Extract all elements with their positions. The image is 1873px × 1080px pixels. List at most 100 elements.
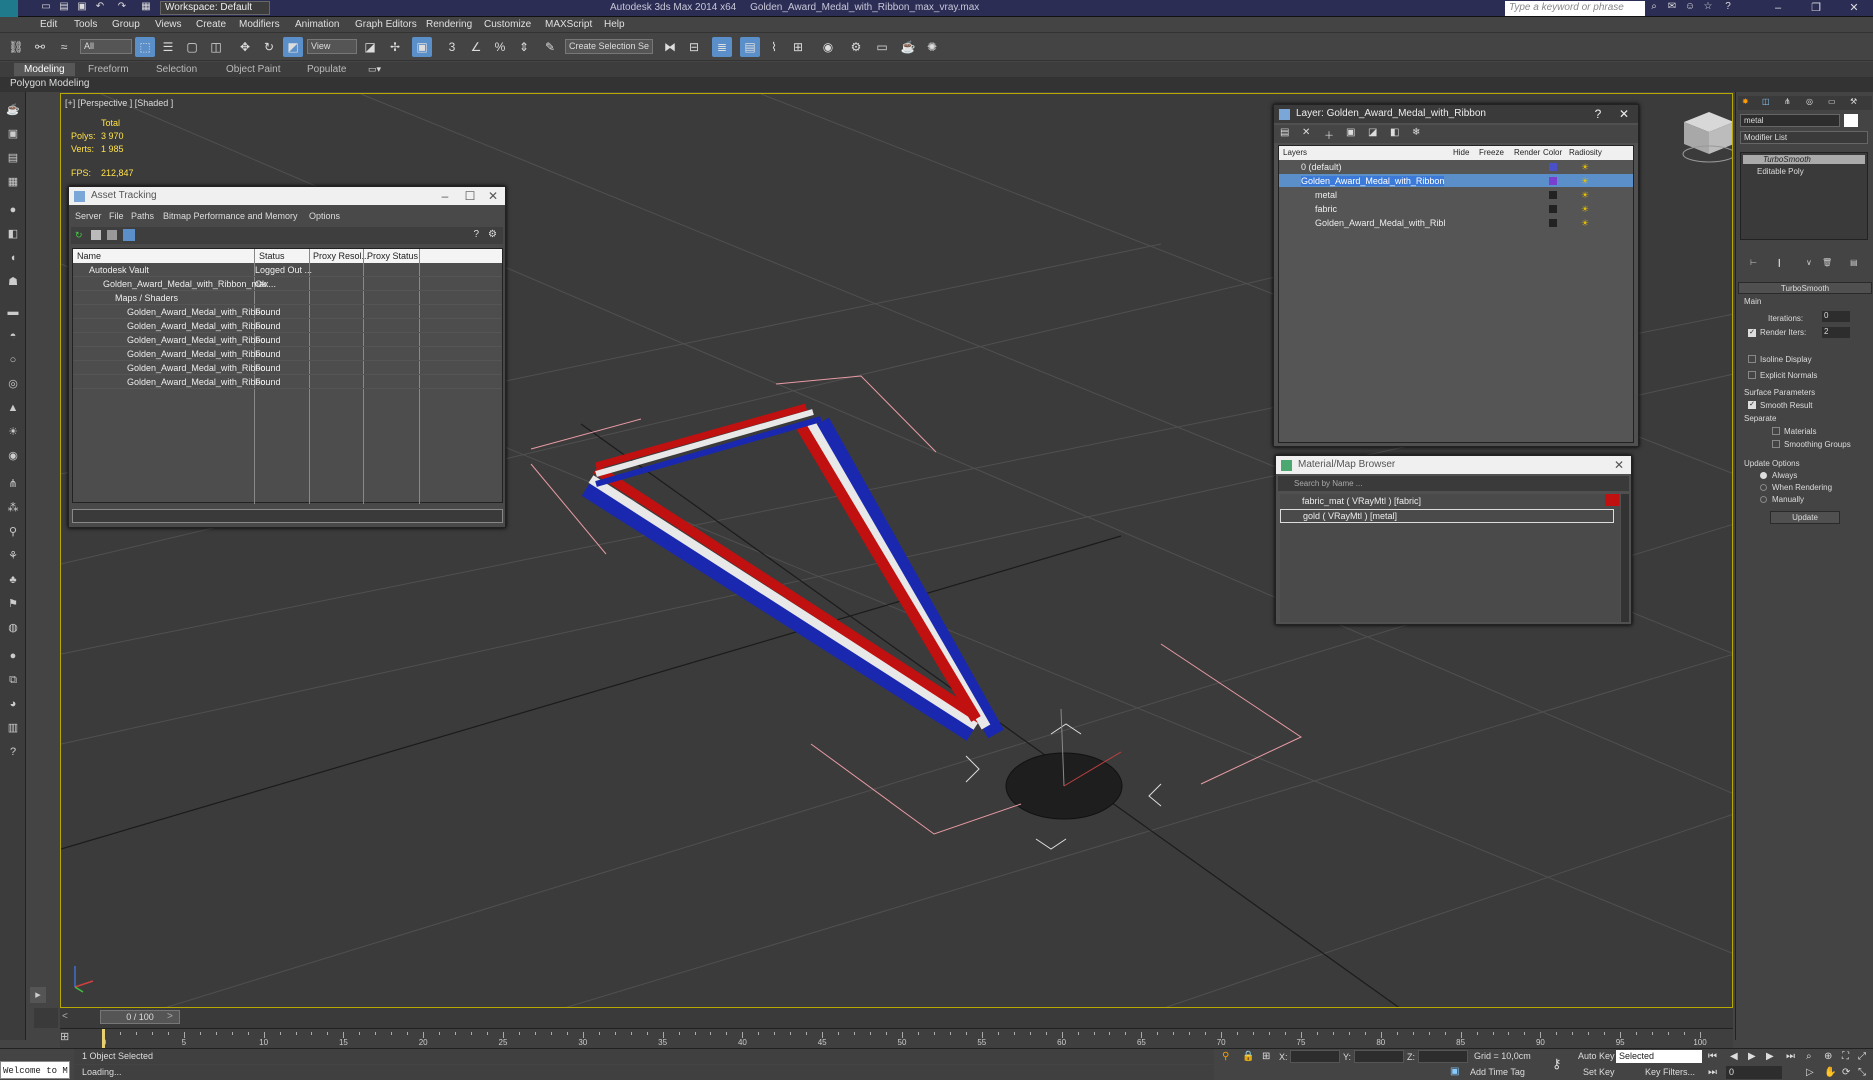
stack-item-turbosmooth[interactable]: TurboSmooth — [1743, 155, 1865, 164]
col-color[interactable]: Color — [1543, 146, 1562, 160]
menu-help[interactable]: Help — [604, 19, 625, 30]
layer-color-swatch[interactable] — [1549, 177, 1557, 185]
explicit-normals-checkbox[interactable] — [1748, 371, 1756, 379]
min-max-toggle-icon[interactable]: ⤡ — [1858, 1067, 1866, 1078]
isoline-checkbox[interactable] — [1748, 355, 1756, 363]
box-icon[interactable]: ▬ — [5, 304, 21, 320]
utilities-tab-icon[interactable]: ⚒ — [1850, 97, 1857, 106]
menu-views[interactable]: Views — [155, 19, 182, 30]
hide-all-icon[interactable]: ◧ — [1390, 127, 1399, 138]
z-coordinate-field[interactable] — [1418, 1050, 1468, 1063]
tab-selection[interactable]: Selection — [146, 63, 207, 76]
favorites-icon[interactable]: ☆ — [1702, 1, 1714, 13]
absolute-mode-icon[interactable]: ⊞ — [1262, 1051, 1270, 1062]
go-to-start-icon[interactable]: ⏮ — [1708, 1051, 1717, 1062]
menu-animation[interactable]: Animation — [295, 19, 339, 30]
trackbar-toggle[interactable] — [34, 1008, 58, 1028]
refresh-icon[interactable]: ↻ — [75, 230, 85, 240]
ribbon-options-icon[interactable]: ▭▾ — [368, 64, 384, 75]
object-name-field[interactable]: metal — [1740, 114, 1840, 127]
expand-arrow-icon[interactable]: ▸ — [30, 987, 46, 1003]
rotate-icon[interactable]: ↻ — [259, 37, 279, 57]
selection-filter-dropdown[interactable]: All — [80, 39, 132, 54]
remove-modifier-icon[interactable]: 🗑 — [1822, 258, 1832, 267]
layer-help-button[interactable]: ? — [1588, 105, 1608, 123]
light-icon[interactable]: ☀ — [5, 424, 21, 440]
radiosity-lamp-icon[interactable]: ☀ — [1581, 174, 1589, 187]
table-row[interactable]: Golden_Award_Medal_with_Ribbo...Found — [73, 375, 502, 389]
curve-editor-icon[interactable]: ⌇ — [764, 37, 784, 57]
layer-close-button[interactable]: ✕ — [1614, 105, 1634, 123]
freeze-all-icon[interactable]: ❄ — [1412, 127, 1420, 138]
workspace-dropdown[interactable]: Workspace: Default — [160, 1, 270, 15]
select-by-name-icon[interactable]: ☰ — [158, 37, 178, 57]
unlink-icon[interactable]: ⚯ — [30, 37, 50, 57]
camera-icon[interactable]: ◧ — [5, 226, 21, 242]
asset-menu-paths[interactable]: Paths — [131, 211, 154, 221]
table-row[interactable]: Golden_Award_Medal_with_Ribbon_max...Ok — [73, 277, 502, 291]
scale-icon[interactable]: ◩ — [283, 37, 303, 57]
radiosity-lamp-icon[interactable]: ☀ — [1581, 188, 1589, 201]
sphere-icon[interactable]: ● — [5, 202, 21, 218]
always-radio[interactable] — [1760, 472, 1767, 479]
table-icon[interactable]: ▦ — [5, 174, 21, 190]
window-crossing-icon[interactable]: ◫ — [206, 37, 226, 57]
stack-item-editable-poly[interactable]: Editable Poly — [1743, 167, 1804, 176]
table-row[interactable]: Golden_Award_Medal_with_Ribbo...Found — [73, 305, 502, 319]
select-object-icon[interactable]: ⬚ — [135, 37, 155, 57]
menu-graph-editors[interactable]: Graph Editors — [355, 19, 417, 30]
configure-sets-icon[interactable]: ▤ — [1850, 258, 1858, 267]
new-layer-icon[interactable]: ▤ — [1280, 127, 1289, 138]
col-name[interactable]: Name — [77, 249, 101, 263]
render-iters-checkbox[interactable]: ✓ — [1748, 329, 1756, 337]
percent-snap-icon[interactable]: % — [490, 37, 510, 57]
previous-frame-icon[interactable]: ◀ — [1730, 1051, 1738, 1062]
zoom-icon[interactable]: ⌕ — [1806, 1051, 1812, 1062]
col-proxy-status[interactable]: Proxy Status — [367, 249, 418, 263]
track-bar[interactable]: 0510152025303540455055606570758085909510… — [60, 1028, 1733, 1049]
smooth-result-checkbox[interactable]: ✓ — [1748, 401, 1756, 409]
col-hide[interactable]: Hide — [1453, 146, 1469, 160]
table-row[interactable]: Golden_Award_Medal_with_Ribbo...Found — [73, 333, 502, 347]
table-row[interactable]: Maps / Shaders — [73, 291, 502, 305]
user-icon[interactable]: ☺ — [1684, 1, 1696, 13]
sphere-small-icon[interactable]: ● — [5, 648, 21, 664]
set-key-icon[interactable]: ⚷ — [1552, 1056, 1562, 1072]
schematic-view-icon[interactable]: ⊞ — [788, 37, 808, 57]
render-production-icon[interactable]: ☕ — [898, 37, 918, 57]
material-browser-close-button[interactable]: ✕ — [1609, 456, 1629, 474]
col-layers[interactable]: Layers — [1283, 146, 1307, 160]
layers-small-icon[interactable]: ▥ — [5, 720, 21, 736]
asset-close-button[interactable]: ✕ — [483, 187, 503, 205]
redo-icon[interactable]: ↷ — [116, 1, 128, 13]
asset-minimize-button[interactable]: – — [435, 187, 455, 205]
menu-maxscript[interactable]: MAXScript — [545, 19, 592, 30]
radiosity-lamp-icon[interactable]: ☀ — [1581, 160, 1589, 173]
menu-create[interactable]: Create — [196, 19, 226, 30]
create-tab-icon[interactable]: ✸ — [1742, 97, 1749, 106]
zoom-all-icon[interactable]: ⊕ — [1824, 1051, 1832, 1062]
zoom-extents-icon[interactable]: ⛶ — [1842, 1051, 1849, 1062]
radiosity-lamp-icon[interactable]: ☀ — [1581, 216, 1589, 229]
col-status[interactable]: Status — [259, 249, 285, 263]
highlight-layer-icon[interactable]: ◪ — [1368, 127, 1377, 138]
layer-row[interactable]: fabric ☀ — [1279, 202, 1633, 216]
auto-key-button[interactable]: Auto Key — [1578, 1051, 1615, 1061]
asset-maximize-button[interactable]: ☐ — [460, 187, 480, 205]
material-search-input[interactable]: Search by Name ... — [1278, 476, 1629, 491]
communication-center-icon[interactable]: ✉ — [1666, 1, 1678, 13]
asset-menu-bitmap[interactable]: Bitmap Performance and Memory — [163, 211, 298, 221]
circle-icon[interactable]: ○ — [5, 352, 21, 368]
minimize-button[interactable]: – — [1760, 1, 1796, 15]
materials-checkbox[interactable] — [1772, 427, 1780, 435]
viewport-label[interactable]: [+] [Perspective ] [Shaded ] — [65, 98, 173, 108]
undo-icon[interactable]: ↶ — [94, 1, 106, 13]
polygon-modeling-label[interactable]: Polygon Modeling — [10, 78, 90, 89]
gold-sphere-icon[interactable]: ◉ — [5, 448, 21, 464]
pin-stack-icon[interactable]: ⊢ — [1750, 258, 1757, 267]
shader-ball-icon[interactable]: ◍ — [5, 620, 21, 636]
iterations-spinner[interactable]: 0 — [1822, 311, 1850, 322]
col-freeze[interactable]: Freeze — [1479, 146, 1504, 160]
render-frame-icon[interactable]: ▣ — [5, 126, 21, 142]
table-row[interactable]: Golden_Award_Medal_with_Ribbo...Found — [73, 361, 502, 375]
